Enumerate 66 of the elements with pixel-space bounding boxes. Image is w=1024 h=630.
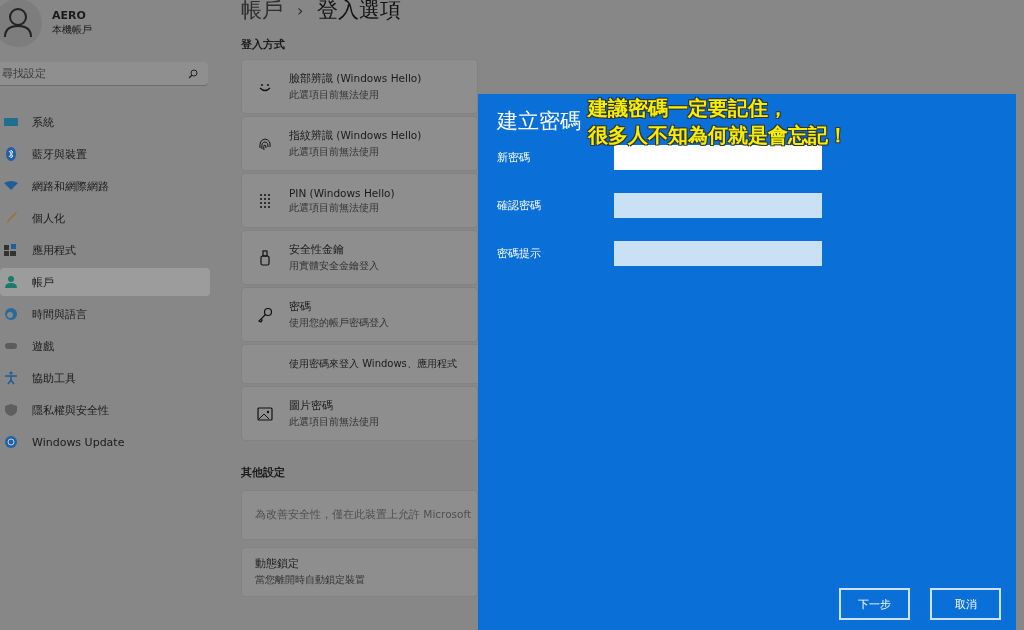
sign-in-option[interactable]: 臉部辨識 (Windows Hello) 此選項目前無法使用 <box>241 59 478 114</box>
account-type: 本機帳戶 <box>52 23 92 37</box>
sign-in-option[interactable]: 指紋辨識 (Windows Hello) 此選項目前無法使用 <box>241 116 478 171</box>
shield-icon <box>4 403 18 417</box>
sidebar-item[interactable]: 個人化 <box>0 204 210 232</box>
cancel-button[interactable]: 取消 <box>930 588 1001 620</box>
option-subtitle: 用實體安全金鑰登入 <box>289 258 379 273</box>
annotation-text: 很多人不知為何就是會忘記！ <box>588 122 848 149</box>
apps-icon <box>4 243 18 257</box>
search-field[interactable]: 尋找設定 <box>0 62 208 86</box>
next-button[interactable]: 下一步 <box>839 588 910 620</box>
option-subtitle: 此選項目前無法使用 <box>289 87 380 102</box>
fingerprint-icon <box>257 135 273 152</box>
sign-in-option[interactable]: 安全性金鑰 用實體安全金鑰登入 <box>241 230 478 285</box>
image-icon <box>257 405 273 422</box>
option-subtitle: 此選項目前無法使用 <box>289 144 380 159</box>
password-field[interactable] <box>614 145 822 170</box>
sidebar-item[interactable]: Windows Update <box>0 428 210 456</box>
section-heading: 登入方式 <box>241 37 286 52</box>
annotation-text: 建議密碼一定要記住， <box>588 95 789 122</box>
setting-subtitle: 當您離開時自動鎖定裝置 <box>255 573 365 587</box>
sign-in-option[interactable]: PIN (Windows Hello) 此選項目前無法使用 <box>241 173 478 228</box>
setting-title: 動態鎖定 <box>255 557 300 571</box>
sidebar-item[interactable]: 遊戲 <box>0 332 210 360</box>
sidebar-item[interactable]: 隱私權與安全性 <box>0 396 210 424</box>
option-title: 安全性金鑰 <box>289 242 345 257</box>
usb-key-icon <box>257 249 273 266</box>
option-subtitle: 此選項目前無法使用 <box>289 414 379 429</box>
monitor-icon <box>4 115 18 129</box>
dialog-title: 建立密碼 <box>497 108 581 135</box>
option-title: 指紋辨識 (Windows Hello) <box>289 128 422 143</box>
search-icon <box>188 69 198 79</box>
option-title: PIN (Windows Hello) <box>289 186 395 199</box>
section-heading: 其他設定 <box>241 465 286 480</box>
user-name: AERO <box>52 9 87 22</box>
field-label: 新密碼 <box>497 150 531 165</box>
breadcrumb-separator: › <box>297 0 304 20</box>
option-subtitle: 使用您的帳戶密碼登入 <box>289 315 389 330</box>
sidebar-item[interactable]: 藍牙與裝置 <box>0 140 210 168</box>
sign-in-option[interactable]: 圖片密碼 此選項目前無法使用 <box>241 386 478 441</box>
key-icon <box>257 306 273 323</box>
brush-icon <box>4 211 18 225</box>
setting-card[interactable]: 動態鎖定 當您離開時自動鎖定裝置 <box>241 547 478 597</box>
sidebar-item[interactable]: 帳戶 <box>0 268 210 296</box>
sidebar-item[interactable]: 時間與語言 <box>0 300 210 328</box>
sidebar-item[interactable]: 系統 <box>0 108 210 136</box>
option-title: 密碼 <box>289 299 312 314</box>
field-label: 密碼提示 <box>497 246 542 261</box>
option-subtitle: 此選項目前無法使用 <box>289 200 380 215</box>
password-field[interactable] <box>614 241 822 266</box>
bluetooth-icon <box>4 147 18 161</box>
sidebar-item[interactable]: 協助工具 <box>0 364 210 392</box>
breadcrumb-item[interactable]: 帳戶 <box>241 0 283 24</box>
sidebar-item[interactable]: 網路和網際網路 <box>0 172 210 200</box>
option-title: 使用密碼來登入 Windows、應用程式 <box>289 357 457 371</box>
accessibility-icon <box>4 371 18 385</box>
option-title: 圖片密碼 <box>289 398 334 413</box>
password-field[interactable] <box>614 193 822 218</box>
sidebar-item[interactable]: 應用程式 <box>0 236 210 264</box>
sign-in-option[interactable]: 密碼 使用您的帳戶密碼登入 <box>241 287 478 342</box>
field-label: 確認密碼 <box>497 198 542 213</box>
option-title: 臉部辨識 (Windows Hello) <box>289 71 422 86</box>
keypad-icon <box>257 192 273 209</box>
breadcrumb-item: 登入選項 <box>317 0 402 24</box>
wifi-icon <box>4 179 18 193</box>
person-icon <box>4 275 18 289</box>
